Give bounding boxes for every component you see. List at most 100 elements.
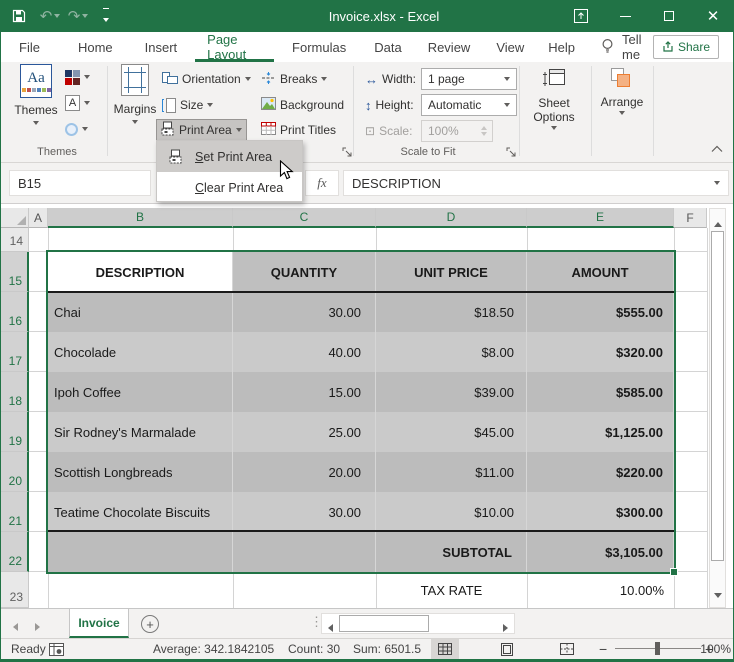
theme-fonts-button[interactable]: A [61, 92, 94, 114]
cell-price[interactable]: $18.50 [376, 292, 527, 332]
cell-d23-taxrate-label[interactable]: TAX RATE [376, 572, 527, 608]
horizontal-scrollbar-thumb[interactable] [339, 615, 429, 632]
new-sheet-button[interactable]: + [141, 615, 159, 633]
cell-qty[interactable]: 15.00 [233, 372, 376, 412]
formula-input[interactable]: DESCRIPTION [343, 170, 729, 196]
col-header-E[interactable]: E [527, 208, 674, 228]
cell-qty[interactable]: 25.00 [233, 412, 376, 452]
row-header-16[interactable]: 16 [1, 292, 29, 332]
cell-desc[interactable]: Ipoh Coffee [48, 372, 233, 412]
orientation-button[interactable]: Orientation [158, 68, 255, 90]
zoom-slider-handle[interactable] [655, 642, 660, 655]
cell-qty[interactable]: 40.00 [233, 332, 376, 372]
sheet-options-button[interactable]: Sheet Options [525, 64, 583, 130]
row-header-22[interactable]: 22 [1, 532, 29, 572]
cell-e15-amount-header[interactable]: AMOUNT [527, 252, 674, 292]
maximize-button[interactable] [647, 0, 691, 32]
insert-function-button[interactable]: fx [305, 170, 339, 196]
cell-desc[interactable]: Chai [48, 292, 233, 332]
cell-qty[interactable]: 30.00 [233, 492, 376, 532]
cell-qty[interactable]: 30.00 [233, 292, 376, 332]
col-header-C[interactable]: C [233, 208, 376, 228]
row-header-15[interactable]: 15 [1, 252, 29, 292]
cell-b22-empty[interactable] [48, 532, 233, 572]
view-page-layout-button[interactable] [493, 639, 521, 659]
col-header-A[interactable]: A [29, 208, 48, 228]
view-page-break-button[interactable] [553, 639, 581, 659]
cell-e22-subtotal-value[interactable]: $3,105.00 [527, 532, 674, 572]
col-header-F[interactable]: F [674, 208, 707, 228]
cell-amount[interactable]: $220.00 [527, 452, 674, 492]
collapse-ribbon-icon[interactable] [711, 144, 723, 156]
tab-review[interactable]: Review [416, 32, 483, 62]
zoom-out-button[interactable]: − [599, 639, 607, 659]
row-header-14[interactable]: 14 [1, 228, 29, 252]
cell-amount[interactable]: $585.00 [527, 372, 674, 412]
cell-amount[interactable]: $300.00 [527, 492, 674, 532]
row-header-19[interactable]: 19 [1, 412, 29, 452]
tab-view[interactable]: View [484, 32, 536, 62]
select-all-corner[interactable] [1, 208, 29, 228]
cell-b15-description-header[interactable]: DESCRIPTION [48, 252, 233, 292]
tell-me-bulb-icon[interactable] [601, 38, 614, 57]
theme-effects-button[interactable] [61, 118, 92, 140]
cell-c22-empty[interactable] [233, 532, 376, 572]
height-combo[interactable]: Automatic [421, 94, 517, 116]
cell-amount[interactable]: $555.00 [527, 292, 674, 332]
tell-me-label[interactable]: Tell me [622, 32, 653, 62]
status-count[interactable]: Count: 30 [288, 639, 340, 659]
scroll-left-icon[interactable] [328, 620, 333, 635]
cell-d15-unitprice-header[interactable]: UNIT PRICE [376, 252, 527, 292]
horizontal-scrollbar[interactable] [321, 613, 515, 634]
vertical-scrollbar-thumb[interactable] [711, 231, 724, 561]
sheet-tab-invoice[interactable]: Invoice [69, 609, 129, 638]
share-button[interactable]: Share [653, 35, 719, 59]
cell-c15-quantity-header[interactable]: QUANTITY [233, 252, 376, 292]
status-average[interactable]: Average: 342.1842105 [153, 639, 274, 659]
undo-icon[interactable]: ↶ [37, 0, 63, 32]
ribbon-display-options-icon[interactable] [559, 0, 603, 32]
scroll-up-icon[interactable] [714, 215, 722, 230]
cell-qty[interactable]: 20.00 [233, 452, 376, 492]
tab-help[interactable]: Help [536, 32, 587, 62]
tab-page-layout[interactable]: Page Layout [195, 32, 274, 62]
print-area-button[interactable]: Print Area [156, 119, 247, 141]
vertical-scrollbar[interactable] [709, 208, 726, 608]
row-header-20[interactable]: 20 [1, 452, 29, 492]
scroll-right-icon[interactable] [503, 620, 508, 635]
width-combo[interactable]: 1 page [421, 68, 517, 90]
cell-price[interactable]: $10.00 [376, 492, 527, 532]
save-icon[interactable] [1, 0, 37, 32]
cell-price[interactable]: $45.00 [376, 412, 527, 452]
tab-home[interactable]: Home [66, 32, 125, 62]
status-sum[interactable]: Sum: 6501.5 [353, 639, 421, 659]
margins-button[interactable]: Margins [113, 64, 157, 124]
row-header-23[interactable]: 23 [1, 572, 29, 608]
col-header-D[interactable]: D [376, 208, 527, 228]
cell-price[interactable]: $11.00 [376, 452, 527, 492]
col-header-B[interactable]: B [48, 208, 233, 228]
cell-e23-taxrate-value[interactable]: 10.00% [527, 572, 674, 608]
row-header-21[interactable]: 21 [1, 492, 29, 532]
sheet-nav-prev-icon[interactable] [13, 619, 18, 634]
tab-formulas[interactable]: Formulas [280, 32, 358, 62]
cell-price[interactable]: $39.00 [376, 372, 527, 412]
macro-record-icon[interactable] [49, 639, 64, 659]
cell-price[interactable]: $8.00 [376, 332, 527, 372]
minimize-button[interactable] [603, 0, 647, 32]
row-header-18[interactable]: 18 [1, 372, 29, 412]
close-button[interactable]: ✕ [691, 0, 734, 32]
cell-desc[interactable]: Scottish Longbreads [48, 452, 233, 492]
cell-amount[interactable]: $1,125.00 [527, 412, 674, 452]
scale-to-fit-dialog-launcher-icon[interactable] [506, 146, 519, 159]
tab-insert[interactable]: Insert [133, 32, 190, 62]
cell-amount[interactable]: $320.00 [527, 332, 674, 372]
size-button[interactable]: Size [158, 94, 217, 116]
themes-button[interactable]: Aa Themes [13, 64, 59, 125]
arrange-button[interactable]: Arrange [595, 64, 649, 115]
scroll-down-icon[interactable] [714, 586, 722, 601]
cell-desc[interactable]: Teatime Chocolate Biscuits [48, 492, 233, 532]
row-header-17[interactable]: 17 [1, 332, 29, 372]
view-normal-button[interactable] [431, 639, 459, 659]
zoom-level[interactable]: 100% [700, 639, 731, 659]
